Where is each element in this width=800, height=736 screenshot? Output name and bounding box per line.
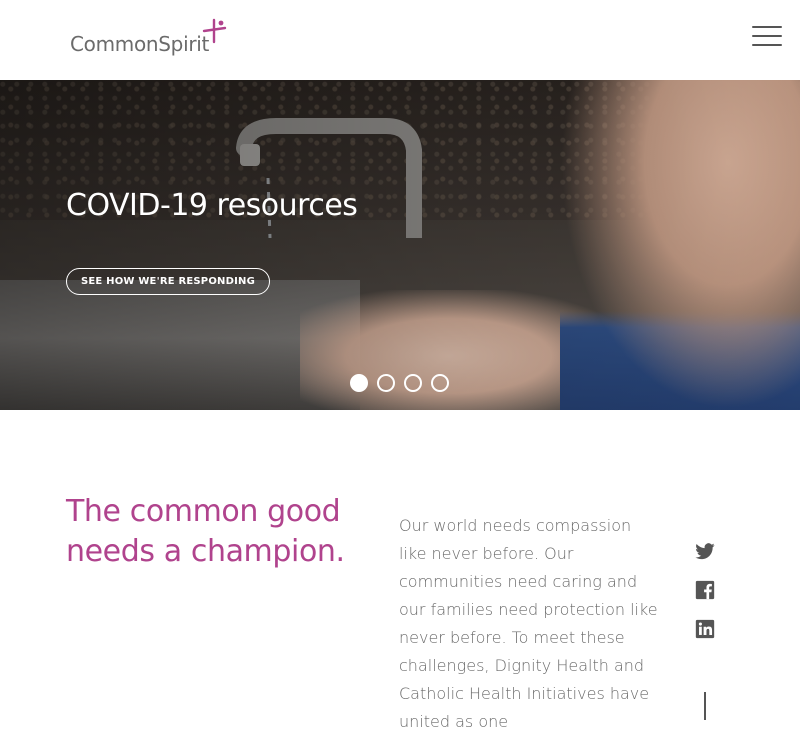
site-header: CommonSpirit: [0, 0, 800, 80]
twitter-icon[interactable]: [694, 540, 716, 562]
intro-headline: The common good needs a champion.: [66, 494, 345, 569]
hamburger-menu-icon[interactable]: [752, 26, 782, 46]
menu-line: [752, 44, 782, 46]
logo-text: CommonSpirit: [70, 32, 210, 56]
logo[interactable]: CommonSpirit: [70, 18, 227, 58]
intro-section: The common good needs a champion. Our wo…: [0, 410, 800, 731]
social-links: [694, 540, 716, 640]
menu-line: [752, 26, 782, 28]
intro-body: Our world needs compassion like never be…: [399, 516, 658, 731]
carousel-dot-1[interactable]: [350, 374, 368, 392]
facebook-icon[interactable]: [694, 579, 716, 601]
carousel-dot-3[interactable]: [404, 374, 422, 392]
hero-overlay: [0, 80, 800, 410]
carousel-dot-4[interactable]: [431, 374, 449, 392]
carousel-dot-2[interactable]: [377, 374, 395, 392]
hero-carousel: COVID-19 resources SEE HOW WE'RE RESPOND…: [0, 80, 800, 410]
hero-cta-button[interactable]: SEE HOW WE'RE RESPONDING: [66, 268, 270, 295]
linkedin-icon[interactable]: [694, 618, 716, 640]
menu-line: [752, 35, 782, 37]
hero-title: COVID-19 resources: [66, 188, 358, 223]
scroll-indicator-line: [704, 692, 706, 720]
logo-mark-icon: [202, 18, 227, 44]
carousel-pagination: [350, 374, 449, 392]
